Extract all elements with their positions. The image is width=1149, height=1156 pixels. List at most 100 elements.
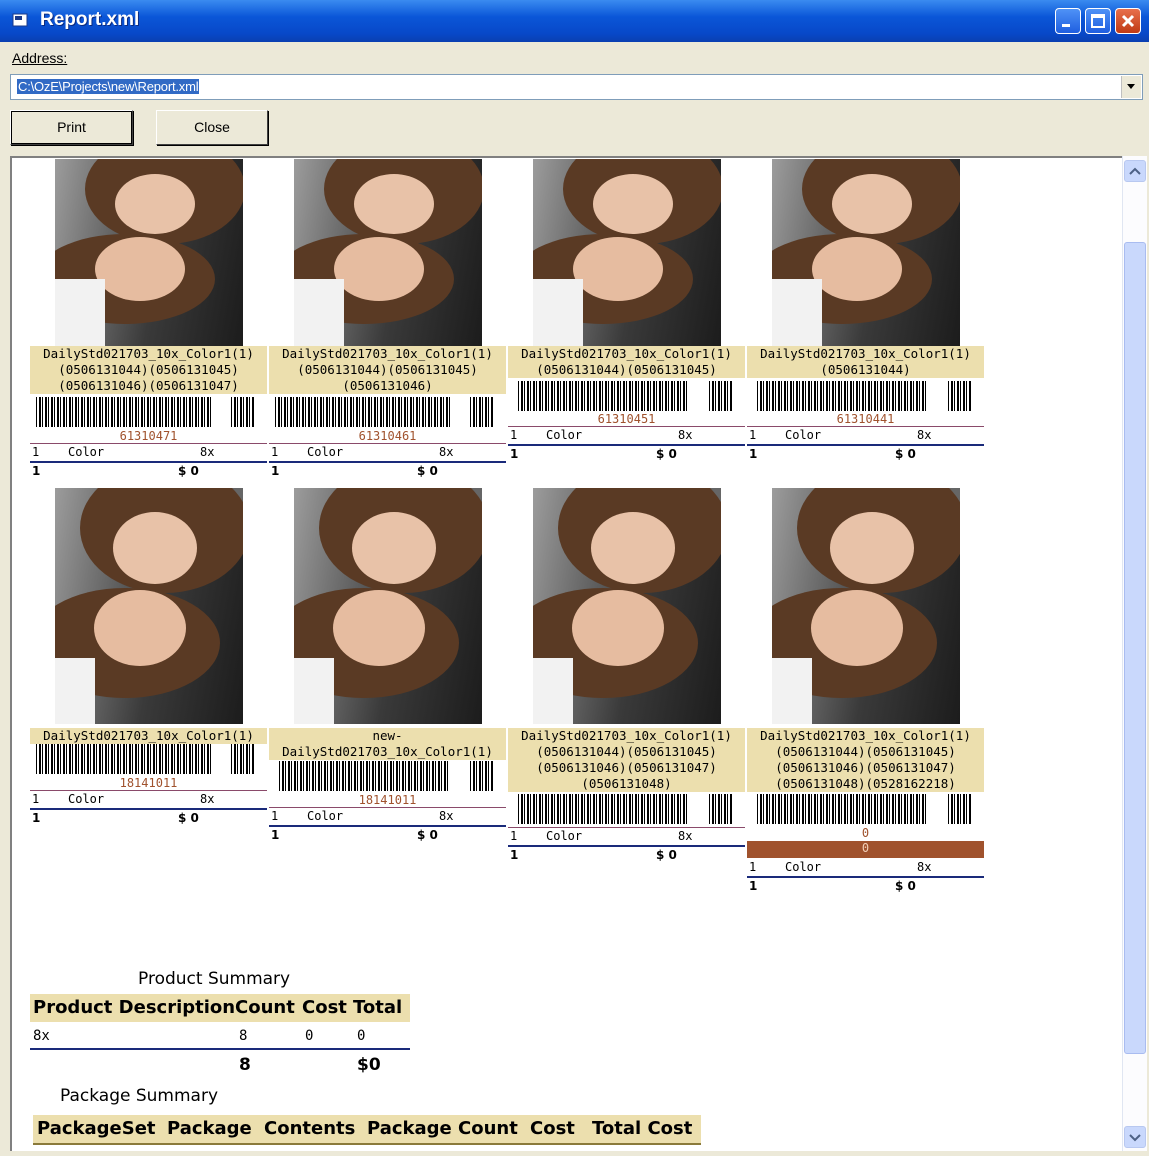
portrait-image	[294, 488, 482, 724]
portrait-image	[533, 488, 721, 724]
chevron-up-icon	[1129, 167, 1141, 175]
count: 1	[749, 879, 758, 893]
caption-line: (0506131044)(0506131045)	[536, 744, 717, 759]
item: Color	[785, 860, 822, 874]
cost: $ 0	[895, 879, 916, 893]
row-count: 8	[239, 1028, 248, 1044]
caption-line: (0506131046)(0506131047)	[58, 378, 239, 393]
size: 8x	[917, 428, 932, 442]
portrait-photo	[772, 488, 960, 724]
size: 8x	[678, 428, 693, 442]
divider	[30, 1048, 410, 1050]
item: Color	[307, 809, 344, 823]
qty: 1	[749, 428, 757, 442]
portrait-photo	[772, 159, 960, 346]
row-total: 0	[357, 1028, 366, 1044]
vertical-scrollbar[interactable]	[1122, 156, 1147, 1151]
close-button[interactable]: Close	[156, 110, 268, 145]
size: 8x	[917, 860, 932, 874]
address-label: Address:	[12, 50, 67, 66]
barcode	[470, 761, 494, 791]
portrait-image	[772, 159, 960, 346]
qty: 1	[510, 428, 518, 442]
caption-line: (0506131044)(0506131045)	[536, 362, 717, 377]
cost: $ 0	[656, 848, 677, 862]
portrait-photo	[294, 159, 482, 346]
portrait-photo	[533, 488, 721, 724]
divider	[269, 807, 506, 808]
barcode-number: 18141011	[358, 793, 417, 807]
product-summary-header: Product Description Count Cost Total	[30, 994, 410, 1022]
print-card: new- DailyStd021703_10x_Color1(1) 181410…	[269, 488, 506, 858]
card-caption: DailyStd021703_10x_Color1(1)	[30, 728, 267, 744]
qty: 1	[510, 829, 518, 843]
scroll-up-button[interactable]	[1124, 160, 1146, 182]
count: 1	[510, 447, 519, 461]
item: Color	[546, 829, 583, 843]
caption-line: DailyStd021703_10x_Color1(1)	[43, 346, 254, 361]
barcode	[948, 381, 972, 411]
print-card: DailyStd021703_10x_Color1(1) (0506131044…	[508, 158, 745, 488]
count: 1	[749, 447, 758, 461]
minimize-button[interactable]	[1055, 8, 1081, 34]
scroll-down-button[interactable]	[1124, 1126, 1146, 1148]
card-caption: DailyStd021703_10x_Color1(1) (0506131044…	[747, 346, 984, 378]
item: Color	[785, 428, 822, 442]
barcode	[518, 381, 688, 411]
cost: $ 0	[895, 447, 916, 461]
package-summary-title: Package Summary	[60, 1086, 219, 1106]
cost: $ 0	[178, 464, 199, 478]
cost: $ 0	[417, 464, 438, 478]
barcode-number: 61310471	[119, 429, 178, 443]
item: Color	[546, 428, 583, 442]
divider	[747, 444, 984, 446]
address-label-text: Address:	[12, 50, 68, 66]
col-total: Total	[353, 997, 403, 1018]
address-input[interactable]: C:\OzE\Projects\new\Report.xml	[17, 79, 200, 94]
barcode	[470, 397, 494, 427]
qty: 1	[32, 445, 40, 459]
close-window-button[interactable]	[1115, 8, 1141, 34]
caption-line: DailyStd021703_10x_Color1(1)	[760, 728, 971, 743]
caption-line: (0506131048)(0528162218)	[775, 776, 956, 791]
qty: 1	[749, 860, 757, 874]
highlight-bar: 0	[747, 841, 984, 858]
address-dropdown-button[interactable]	[1121, 76, 1141, 98]
size: 8x	[200, 792, 215, 806]
barcode	[757, 381, 927, 411]
barcode-number: 18141011	[119, 776, 178, 790]
print-card: DailyStd021703_10x_Color1(1) 18141011 1 …	[30, 488, 267, 838]
card-caption: DailyStd021703_10x_Color1(1) (0506131044…	[269, 346, 506, 394]
barcode	[948, 794, 972, 824]
caption-line: (0506131046)(0506131047)	[775, 760, 956, 775]
divider	[30, 808, 267, 810]
card-caption: DailyStd021703_10x_Color1(1) (0506131044…	[747, 728, 984, 792]
total-amount: $0	[357, 1055, 381, 1075]
caption-line: (0506131044)	[820, 362, 911, 377]
portrait-image	[772, 488, 960, 724]
address-combobox[interactable]: C:\OzE\Projects\new\Report.xml	[10, 74, 1143, 100]
package-summary-header: PackageSet Package Contents Package Coun…	[33, 1115, 701, 1143]
col-count: Count	[235, 997, 295, 1018]
card-caption: DailyStd021703_10x_Color1(1) (0506131044…	[30, 346, 267, 394]
caption-line: DailyStd021703_10x_Color1(1)	[521, 346, 732, 361]
chevron-down-icon	[1129, 1134, 1141, 1142]
portrait-photo	[55, 159, 243, 346]
print-card: DailyStd021703_10x_Color1(1) (0506131044…	[30, 158, 267, 488]
qty: 1	[271, 809, 279, 823]
close-icon	[1121, 14, 1135, 28]
divider	[508, 444, 745, 446]
caption-line: DailyStd021703_10x_Color1(1)	[521, 728, 732, 743]
maximize-button[interactable]	[1085, 8, 1111, 34]
item: Color	[68, 792, 105, 806]
caption-line: DailyStd021703_10x_Color1(1)	[282, 744, 493, 759]
portrait-photo	[294, 488, 482, 724]
minimize-icon	[1062, 24, 1070, 27]
row-description: 8x	[33, 1028, 50, 1044]
col-package-count: Package Count	[367, 1118, 518, 1139]
scroll-thumb[interactable]	[1124, 242, 1146, 1054]
report-view[interactable]: DailyStd021703_10x_Color1(1) (0506131044…	[10, 156, 1122, 1151]
col-contents: Contents	[264, 1118, 356, 1139]
barcode	[518, 794, 688, 824]
print-button[interactable]: Print	[10, 110, 133, 145]
